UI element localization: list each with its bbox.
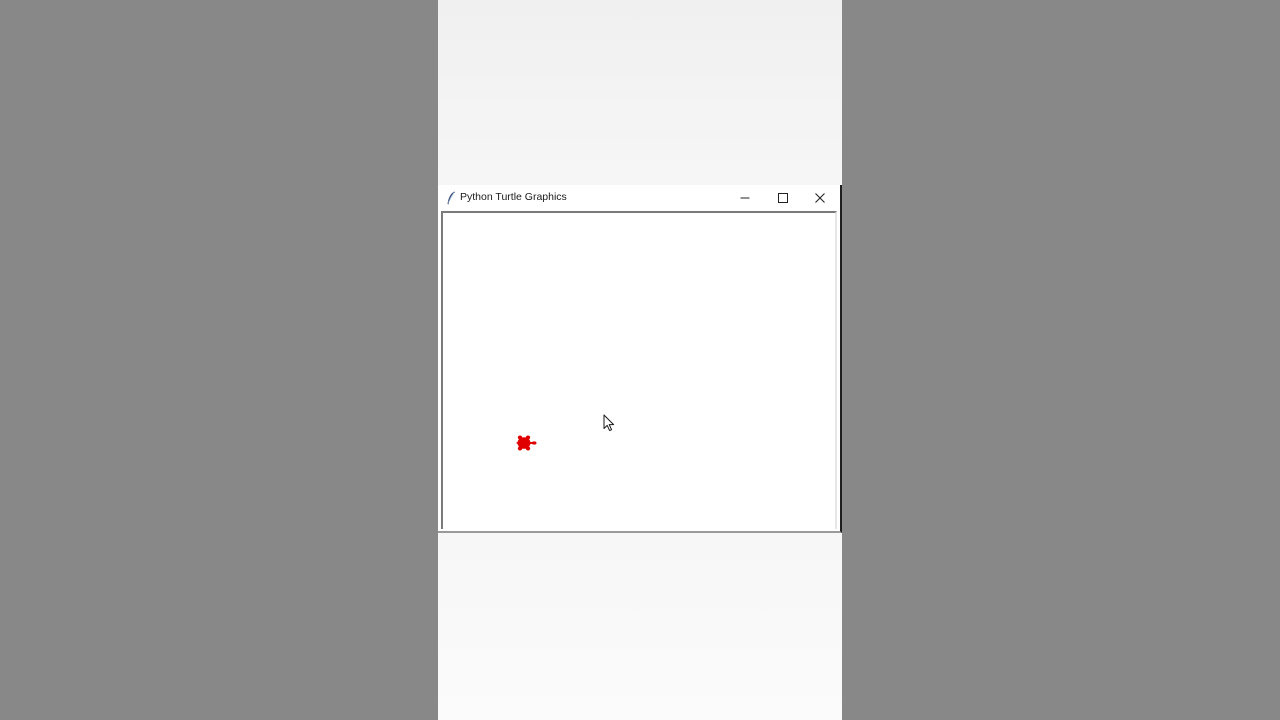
close-icon xyxy=(815,193,825,203)
close-button[interactable] xyxy=(802,185,838,211)
minimize-button[interactable] xyxy=(727,185,763,211)
minimize-icon xyxy=(740,197,750,199)
backdrop: Python Turtle Graphics xyxy=(0,0,1280,720)
maximize-button[interactable] xyxy=(765,185,801,211)
turtle-canvas[interactable] xyxy=(441,211,837,529)
feather-icon xyxy=(446,191,456,205)
turtle-icon xyxy=(516,435,537,451)
title-bar[interactable]: Python Turtle Graphics xyxy=(438,185,840,211)
maximize-icon xyxy=(778,193,788,203)
turtle-window[interactable]: Python Turtle Graphics xyxy=(438,185,842,533)
window-title: Python Turtle Graphics xyxy=(460,191,567,203)
mouse-pointer-icon xyxy=(603,414,615,432)
